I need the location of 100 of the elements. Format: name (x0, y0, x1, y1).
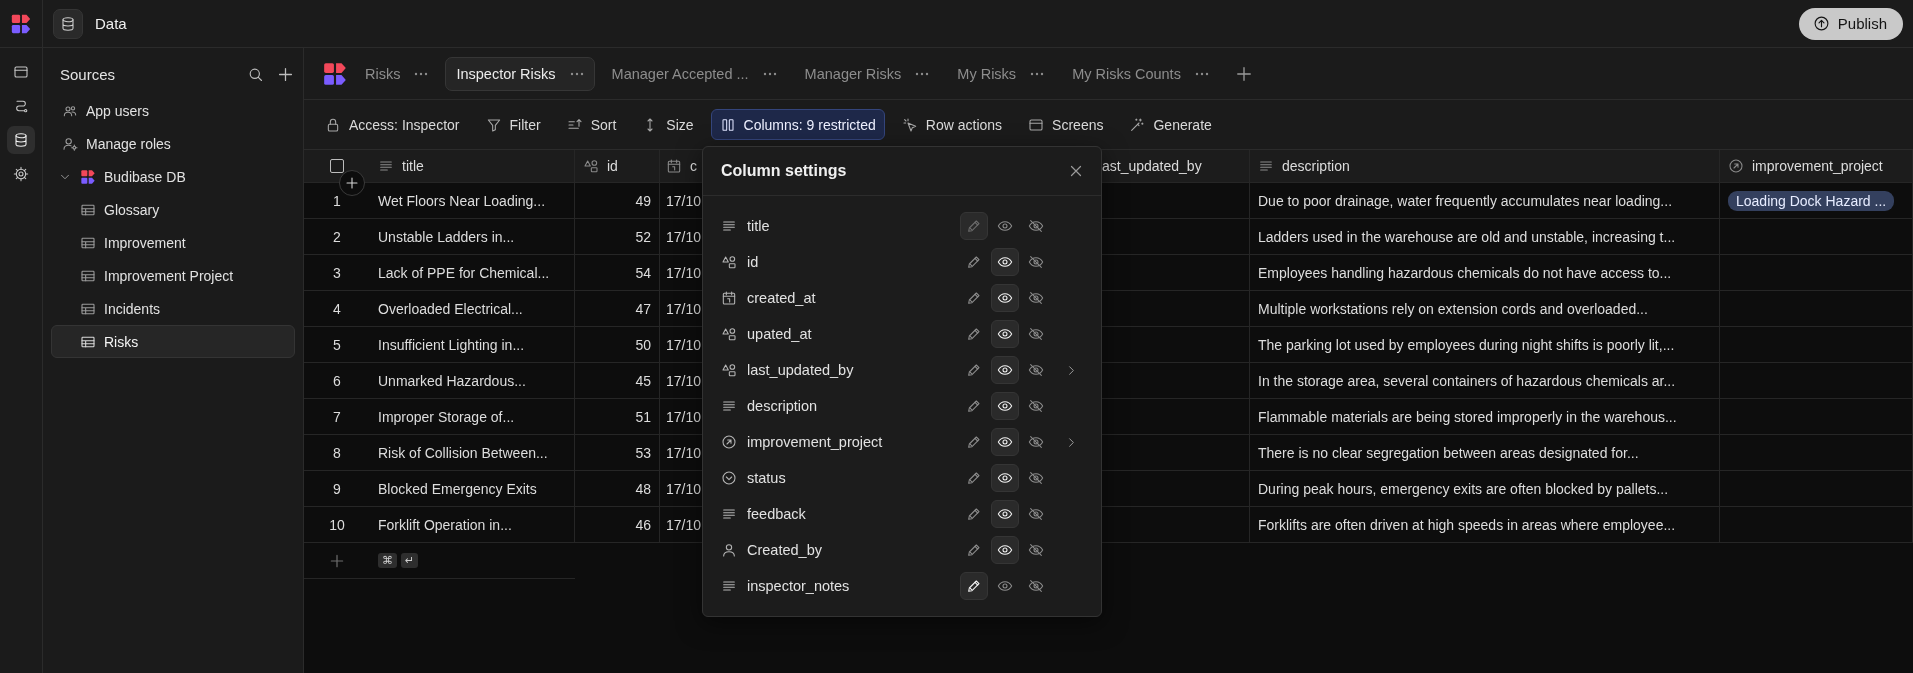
table-cell: 17/10 (666, 480, 702, 497)
table-cell: 50 (635, 336, 651, 353)
view-option[interactable] (991, 320, 1019, 348)
toolbar-button[interactable]: Sort (557, 109, 626, 140)
eye-icon (997, 290, 1013, 306)
sidebar-item[interactable]: Improvement Project (51, 259, 295, 292)
table-cell: 52 (635, 228, 651, 245)
column-name: description (747, 398, 819, 414)
eye-off-icon (1028, 506, 1044, 522)
publish-button[interactable]: Publish (1798, 7, 1903, 40)
view-tab[interactable]: Manager Risks (793, 56, 941, 91)
link-tag[interactable]: Loading Dock Hazard ... (1728, 190, 1895, 211)
view-option[interactable] (991, 464, 1019, 492)
eye-off-icon (1028, 542, 1044, 558)
table-cell: 17/10 (666, 444, 702, 461)
more-icon[interactable] (915, 71, 930, 76)
user-icon (721, 542, 737, 558)
column-header[interactable]: ast_updated_by (1102, 158, 1202, 174)
view-option[interactable] (991, 392, 1019, 420)
calendar-icon (666, 158, 682, 174)
logo-icon (80, 168, 96, 185)
toolbar-button[interactable]: Row actions (892, 109, 1012, 140)
sidebar-item[interactable]: Risks (51, 325, 295, 358)
columns-icon (719, 116, 736, 133)
column-name: title (747, 218, 771, 234)
view-option[interactable] (991, 356, 1019, 384)
eye-off-icon (1028, 290, 1044, 306)
toolbar-button[interactable]: Access: Inspector (316, 109, 469, 140)
pencil-icon (966, 506, 982, 522)
more-icon[interactable] (414, 71, 429, 76)
sidebar-item[interactable]: Budibase DB (51, 160, 295, 193)
automation-icon (13, 98, 29, 114)
column-header[interactable]: title (402, 158, 424, 174)
toolbar-button[interactable]: Screens (1019, 109, 1113, 140)
eye-icon (997, 362, 1013, 378)
row-number: 7 (333, 408, 341, 425)
table-cell: 48 (635, 480, 651, 497)
view-tab[interactable]: My Risks Counts (1061, 56, 1220, 91)
row-number: 10 (329, 516, 345, 533)
view-option[interactable] (991, 248, 1019, 276)
toolbar-button[interactable]: Columns: 9 restricted (710, 109, 885, 140)
toolbar-button[interactable]: Generate (1120, 109, 1221, 140)
table-cell: There is no clear segregation between areas designated for... (1258, 444, 1639, 461)
sidebar-item[interactable]: Improvement (51, 226, 295, 259)
nav-button[interactable] (7, 126, 35, 154)
column-header[interactable]: improvement_project (1752, 158, 1883, 174)
column-header[interactable]: description (1282, 158, 1350, 174)
link-icon (721, 434, 737, 450)
view-tab[interactable]: Risks (354, 56, 440, 91)
eye-icon (997, 470, 1013, 486)
table-cell: Insufficient Lighting in... (378, 336, 525, 353)
view-tab[interactable]: Inspector Risks (445, 56, 595, 91)
add-row-button[interactable] (339, 170, 365, 196)
pencil-icon (966, 542, 982, 558)
view-tab[interactable]: My Risks (946, 56, 1056, 91)
sidebar-item[interactable]: App users (51, 94, 295, 127)
more-icon[interactable] (1030, 71, 1045, 76)
more-icon[interactable] (762, 71, 777, 76)
table-cell: Wet Floors Near Loading... (378, 192, 546, 209)
table-cell: Ladders used in the warehouse are old and unstable, increasing t... (1258, 228, 1676, 245)
table-cell: 51 (635, 408, 651, 425)
toolbar-button[interactable]: Filter (476, 109, 550, 140)
table-cell: Risk of Collision Between... (378, 444, 548, 461)
row-number: 4 (333, 300, 341, 317)
checkbox[interactable] (330, 159, 344, 173)
column-name: feedback (747, 506, 807, 522)
pencil-icon (966, 290, 982, 306)
database-icon (13, 132, 29, 148)
eye-icon (997, 578, 1013, 594)
text-icon (1258, 158, 1274, 174)
eye-icon (997, 506, 1013, 522)
pencil-icon (966, 434, 982, 450)
table-cell: Improper Storage of... (378, 408, 515, 425)
text-icon (721, 578, 737, 594)
sidebar-item[interactable]: Manage roles (51, 127, 295, 160)
table-cell: Multiple workstations rely on extension cords and overloaded... (1258, 300, 1648, 317)
table-cell: 17/10 (666, 408, 702, 425)
more-icon[interactable] (1194, 71, 1209, 76)
toolbar-button[interactable]: Size (633, 109, 703, 140)
popover-title: Column settings (721, 162, 848, 180)
view-option[interactable] (991, 536, 1019, 564)
more-icon[interactable] (569, 71, 584, 76)
view-option[interactable] (991, 500, 1019, 528)
view-option[interactable] (991, 284, 1019, 312)
column-header[interactable]: id (607, 158, 618, 174)
key-hint: ↵ (401, 553, 419, 568)
table-cell: 54 (635, 264, 651, 281)
view-tab[interactable]: Manager Accepted ... (600, 56, 788, 91)
filter-icon (485, 116, 502, 133)
row-number: 5 (333, 336, 341, 353)
cursor-click-icon (901, 116, 918, 133)
table-cell: Forklift Operation in... (378, 516, 512, 533)
edit-option[interactable] (960, 572, 988, 600)
table-cell: 46 (635, 516, 651, 533)
view-option[interactable] (991, 428, 1019, 456)
sidebar-item[interactable]: Glossary (51, 193, 295, 226)
column-header[interactable]: c (690, 158, 697, 174)
sidebar-item[interactable]: Incidents (51, 292, 295, 325)
text-icon (721, 506, 737, 522)
eye-off-icon (1028, 434, 1044, 450)
